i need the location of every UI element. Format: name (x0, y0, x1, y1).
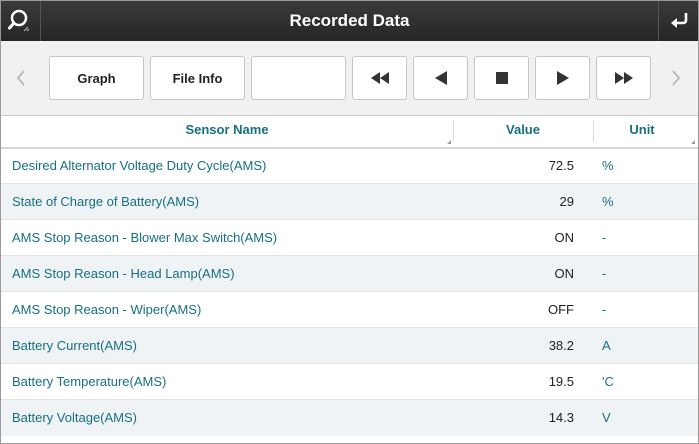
table-row[interactable]: AMS Stop Reason - Wiper(AMS) OFF - (1, 292, 698, 328)
unit-cell: - (602, 302, 607, 317)
column-resize-handle[interactable] (447, 140, 451, 144)
sensor-name-cell: Battery Voltage(AMS) (12, 410, 137, 425)
column-header-value[interactable]: Value (453, 116, 593, 147)
value-cell: 14.3 (548, 410, 574, 425)
table-row[interactable]: Battery Voltage(AMS) 14.3 V (1, 400, 698, 436)
stop-icon (495, 72, 508, 84)
fast-forward-icon (614, 72, 633, 84)
unit-cell: % (602, 158, 614, 173)
column-header-sensor-name[interactable]: Sensor Name (1, 116, 453, 147)
sensor-name-cell: Desired Alternator Voltage Duty Cycle(AM… (12, 158, 267, 173)
sensor-name-cell: Battery Temperature(AMS) (12, 374, 167, 389)
table-row[interactable]: Battery Temperature(AMS) 19.5 'C (1, 364, 698, 400)
sensor-name-cell: AMS Stop Reason - Blower Max Switch(AMS) (12, 230, 278, 245)
back-button[interactable] (658, 1, 698, 41)
title-bar: Recorded Data (1, 1, 698, 41)
table-header: Sensor Name Value Unit (1, 116, 698, 149)
unit-cell: A (602, 338, 611, 353)
value-cell: 38.2 (548, 338, 574, 353)
value-cell: OFF (548, 302, 574, 317)
sensor-name-cell: AMS Stop Reason - Wiper(AMS) (12, 302, 202, 317)
sensor-name-cell: State of Charge of Battery(AMS) (12, 194, 200, 209)
table-row[interactable]: AMS Stop Reason - Blower Max Switch(AMS)… (1, 220, 698, 256)
table-row[interactable]: Battery Current(AMS) 38.2 A (1, 328, 698, 364)
unit-cell: 'C (602, 374, 614, 389)
search-icon (7, 9, 29, 32)
table-row[interactable]: Desired Alternator Voltage Duty Cycle(AM… (1, 148, 698, 184)
table-row[interactable]: State of Charge of Battery(AMS) 29 % (1, 184, 698, 220)
value-cell: ON (554, 230, 575, 245)
unit-cell: - (602, 230, 607, 245)
value-cell: 72.5 (548, 158, 574, 173)
value-cell: ON (554, 266, 575, 281)
fast-rewind-button[interactable] (352, 56, 407, 100)
unit-cell: - (602, 266, 607, 281)
table-row[interactable]: AMS Stop Reason - Head Lamp(AMS) ON - (1, 256, 698, 292)
blank-button[interactable] (251, 56, 346, 100)
sensor-name-cell: Battery Current(AMS) (12, 338, 137, 353)
column-header-unit[interactable]: Unit (593, 116, 691, 147)
step-back-icon (434, 71, 447, 85)
scroll-right-button[interactable] (662, 41, 690, 115)
play-button[interactable] (535, 56, 590, 100)
step-back-button[interactable] (413, 56, 468, 100)
scroll-left-button[interactable] (7, 41, 35, 115)
search-button[interactable] (1, 1, 41, 41)
fast-rewind-icon (370, 72, 389, 84)
column-resize-handle[interactable] (691, 140, 695, 144)
chevron-left-icon (16, 70, 25, 86)
unit-cell: % (602, 194, 614, 209)
return-arrow-icon (670, 13, 687, 28)
value-cell: 19.5 (548, 374, 574, 389)
fast-forward-button[interactable] (596, 56, 651, 100)
stop-button[interactable] (474, 56, 529, 100)
page-title: Recorded Data (289, 11, 410, 30)
unit-cell: V (602, 410, 611, 425)
value-cell: 29 (559, 194, 574, 209)
sensor-name-cell: AMS Stop Reason - Head Lamp(AMS) (12, 266, 235, 281)
file-info-button[interactable]: File Info (150, 56, 245, 100)
play-icon (556, 71, 569, 85)
playback-toolbar: Graph File Info (1, 41, 698, 116)
graph-button[interactable]: Graph (49, 56, 144, 100)
recorded-data-window: Recorded Data Graph File Info Sensor Nam… (0, 0, 699, 444)
chevron-right-icon (672, 70, 681, 86)
